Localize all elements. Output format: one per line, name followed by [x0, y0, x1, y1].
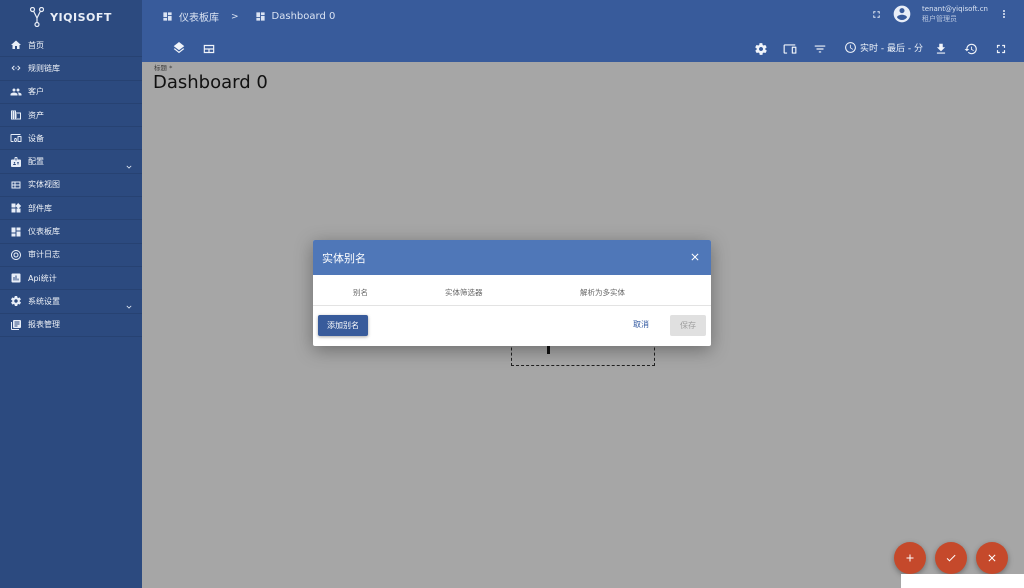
sidebar-item-home[interactable]: 首页 — [0, 34, 142, 58]
chart-icon — [10, 272, 22, 284]
sidebar-item-reports[interactable]: 报表管理 — [0, 314, 142, 337]
sidebar-item-label: 仪表板库 — [28, 227, 60, 237]
time-window-selector[interactable]: 实时 - 最后 - 分 — [844, 41, 923, 54]
profile-icon — [10, 156, 22, 168]
sidebar-item-label: 系统设置 — [28, 296, 60, 306]
fullscreen-icon[interactable] — [871, 9, 882, 20]
home-icon — [10, 39, 22, 51]
view-icon — [10, 179, 22, 191]
gear-icon[interactable] — [754, 41, 768, 55]
dashboard-toolbar: 实时 - 最后 - 分 — [142, 34, 1024, 62]
logo[interactable]: YIQISOFT — [0, 0, 142, 34]
sidebar-item-label: 首页 — [28, 40, 44, 50]
column-alias: 别名 — [353, 288, 368, 297]
dialog-actions: 添加别名 取消 保存 — [313, 306, 711, 346]
sidebar-item-audit-logs[interactable]: 审计日志 — [0, 244, 142, 267]
download-icon[interactable] — [934, 41, 948, 55]
sidebar-item-entity-views[interactable]: 实体视图 — [0, 174, 142, 198]
check-icon — [946, 554, 956, 562]
sidebar-item-customers[interactable]: 客户 — [0, 81, 142, 104]
building-icon — [10, 109, 22, 121]
history-icon[interactable] — [964, 41, 978, 55]
alias-table-header: 别名 实体筛选器 解析为多实体 — [313, 275, 711, 306]
title-field[interactable]: Dashboard 0 — [153, 72, 268, 93]
breadcrumb: 仪表板库 > Dashboard 0 — [162, 9, 335, 24]
code-arrows-icon — [10, 62, 22, 74]
entity-aliases-dialog: 实体别名 别名 实体筛选器 解析为多实体 添加别名 取消 保存 — [313, 240, 711, 346]
audit-icon — [10, 249, 22, 261]
gear-icon — [10, 295, 22, 307]
sidebar-item-devices[interactable]: 设备 — [0, 127, 142, 151]
plus-icon — [906, 554, 914, 562]
close-icon — [988, 554, 996, 562]
column-resolve-multiple: 解析为多实体 — [580, 288, 625, 297]
user-info[interactable]: tenant@yiqisoft.cn 租户管理员 — [922, 4, 988, 24]
user-email: tenant@yiqisoft.cn — [922, 5, 988, 13]
devices-icon — [10, 132, 22, 144]
apply-changes-button[interactable] — [935, 542, 967, 574]
sidebar-item-dashboards[interactable]: 仪表板库 — [0, 220, 142, 244]
logo-text: YIQISOFT — [50, 10, 112, 24]
sidebar-item-label: 审计日志 — [28, 250, 60, 260]
sidebar-item-widgets[interactable]: 部件库 — [0, 197, 142, 221]
fullscreen-icon[interactable] — [994, 41, 1008, 55]
sidebar-item-profiles[interactable]: 配置 — [0, 150, 142, 174]
account-circle-icon[interactable] — [892, 4, 912, 24]
sidebar-item-label: 实体视图 — [28, 180, 60, 190]
sidebar-item-assets[interactable]: 资产 — [0, 104, 142, 128]
clock-icon — [845, 42, 856, 53]
top-bar: 仪表板库 > Dashboard 0 tenant@yiqisoft.cn 租户… — [142, 0, 1024, 34]
cancel-button[interactable]: 取消 — [633, 319, 649, 330]
logo-icon — [30, 7, 45, 27]
discard-changes-button[interactable] — [976, 542, 1008, 574]
sidebar-nav: 首页 规则链库 客户 资产 设备 配置 实体视图 部件库 仪表板库 审计日志 A… — [0, 34, 142, 337]
sidebar-item-label: 部件库 — [28, 203, 52, 213]
chevron-down-icon[interactable] — [124, 297, 134, 309]
title-field-label: 标题 * — [154, 64, 173, 72]
devices-icon[interactable] — [783, 41, 797, 55]
sidebar-item-api-stats[interactable]: Api统计 — [0, 267, 142, 291]
filter-icon[interactable] — [813, 41, 827, 55]
dialog-header: 实体别名 — [313, 240, 711, 275]
sidebar-item-label: 报表管理 — [28, 320, 60, 330]
sidebar-item-label: 客户 — [28, 87, 44, 97]
layout-icon[interactable] — [202, 41, 216, 55]
breadcrumb-current: Dashboard 0 — [271, 11, 336, 22]
add-alias-button[interactable]: 添加别名 — [318, 315, 368, 336]
sidebar-item-label: 规则链库 — [28, 63, 60, 73]
sidebar-item-label: Api统计 — [28, 273, 57, 283]
close-icon[interactable] — [689, 251, 701, 263]
sidebar-item-rule-chains[interactable]: 规则链库 — [0, 57, 142, 81]
breadcrumb-separator: > — [231, 11, 239, 22]
placeholder-mark — [547, 346, 550, 354]
sidebar-item-label: 资产 — [28, 110, 44, 120]
layers-icon[interactable] — [172, 41, 186, 55]
sidebar-item-label: 配置 — [28, 157, 44, 167]
user-role: 租户管理员 — [922, 15, 958, 23]
add-widget-button[interactable] — [894, 542, 926, 574]
save-button[interactable]: 保存 — [670, 315, 706, 336]
breadcrumb-dashboards[interactable]: 仪表板库 — [179, 9, 219, 24]
sidebar-item-system-settings[interactable]: 系统设置 — [0, 290, 142, 314]
sidebar-item-label: 设备 — [28, 133, 44, 143]
people-icon — [10, 86, 22, 98]
bottom-right-panel — [901, 574, 1024, 588]
more-vert-icon[interactable] — [998, 8, 1010, 20]
report-icon — [10, 319, 22, 331]
dashboard-icon — [255, 12, 265, 21]
dashboard-icon — [10, 226, 22, 238]
dashboard-icon — [163, 12, 172, 21]
dialog-title: 实体别名 — [322, 251, 366, 265]
sidebar: YIQISOFT 首页 规则链库 客户 资产 设备 配置 实体视图 部件库 仪表… — [0, 0, 142, 588]
time-window-label: 实时 - 最后 - 分 — [860, 44, 923, 54]
chevron-down-icon[interactable] — [124, 157, 134, 170]
top-right-actions: tenant@yiqisoft.cn 租户管理员 — [871, 4, 1010, 24]
widgets-icon — [10, 202, 22, 214]
column-entity-filter: 实体筛选器 — [445, 288, 483, 297]
